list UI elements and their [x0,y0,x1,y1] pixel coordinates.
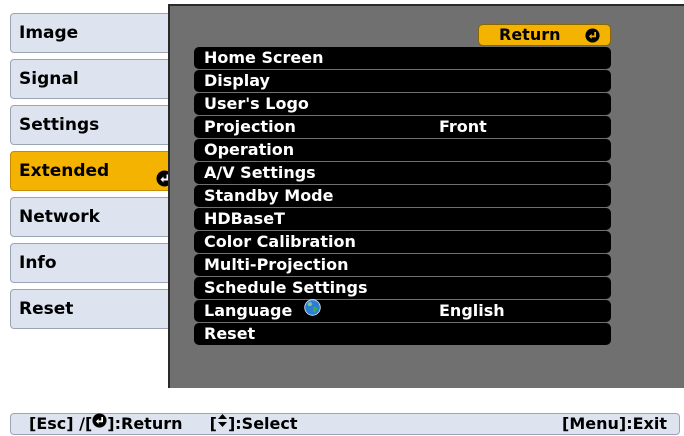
tab-settings-label: Settings [19,115,100,135]
help-select-prefix: [ [209,414,217,433]
menu-item-label-wrap: Language [204,298,322,322]
enter-icon [92,413,107,433]
menu-item-label: Operation [204,140,295,159]
menu-item-av-settings[interactable]: A/V Settings [194,162,611,184]
menu-item-hdbaset[interactable]: HDBaseT [194,208,611,230]
tab-image[interactable]: Image [10,13,181,53]
help-esc-text: [Esc] /[ [29,414,93,433]
menu-item-label: Schedule Settings [204,278,368,297]
menu-item-label: Display [204,71,270,90]
help-exit-text: [Menu]:Exit [562,414,667,433]
return-button[interactable]: Return [478,24,611,46]
menu-item-label: A/V Settings [204,163,316,182]
menu-item-label: HDBaseT [204,209,285,228]
menu-item-color-calibration[interactable]: Color Calibration [194,231,611,253]
tab-signal-label: Signal [19,69,79,89]
return-button-label: Return [499,25,561,44]
menu-item-label: User's Logo [204,94,309,113]
tab-image-label: Image [19,23,79,43]
menu-item-label: Home Screen [204,48,324,67]
menu-item-language[interactable]: Language English [194,298,611,322]
menu-item-label: Projection [204,117,296,136]
tab-reset-label: Reset [19,299,74,319]
tab-reset[interactable]: Reset [10,289,181,329]
globe-icon [304,298,322,322]
menu-item-label: Color Calibration [204,232,356,251]
menu-item-label: Multi-Projection [204,255,349,274]
help-left-group: [Esc] /[ ]:Return [ ]:Select [29,413,298,434]
menu-item-home-screen[interactable]: Home Screen [194,47,611,69]
tab-extended-label: Extended [19,161,110,181]
menu-item-schedule-settings[interactable]: Schedule Settings [194,277,611,299]
tab-network-label: Network [19,207,100,227]
menu-item-label: Standby Mode [204,186,334,205]
menu-item-projection[interactable]: Projection Front [194,116,611,138]
menu-item-users-logo[interactable]: User's Logo [194,93,611,115]
menu-item-multi-projection[interactable]: Multi-Projection [194,254,611,276]
tab-info-label: Info [19,253,57,273]
menu-item-operation[interactable]: Operation [194,139,611,161]
help-select-text: ]:Select [227,414,298,433]
menu-item-label: Language [204,301,293,320]
up-down-arrow-icon [217,413,228,433]
menu-item-value: English [439,301,505,320]
tab-extended[interactable]: Extended [10,151,181,191]
projector-menu-screen: Image Signal Settings Extended Network I… [0,0,684,436]
menu-item-display[interactable]: Display [194,70,611,92]
enter-icon [585,28,600,48]
menu-item-reset[interactable]: Reset [194,323,611,345]
menu-item-value: Front [439,117,487,136]
tab-network[interactable]: Network [10,197,181,237]
tab-signal[interactable]: Signal [10,59,181,99]
tab-settings[interactable]: Settings [10,105,181,145]
menu-item-label: Reset [204,324,256,343]
help-bar: [Esc] /[ ]:Return [ ]:Select [Menu]:Exit [10,413,680,435]
tab-info[interactable]: Info [10,243,181,283]
menu-item-standby-mode[interactable]: Standby Mode [194,185,611,207]
help-return-text: ]:Return [107,414,183,433]
